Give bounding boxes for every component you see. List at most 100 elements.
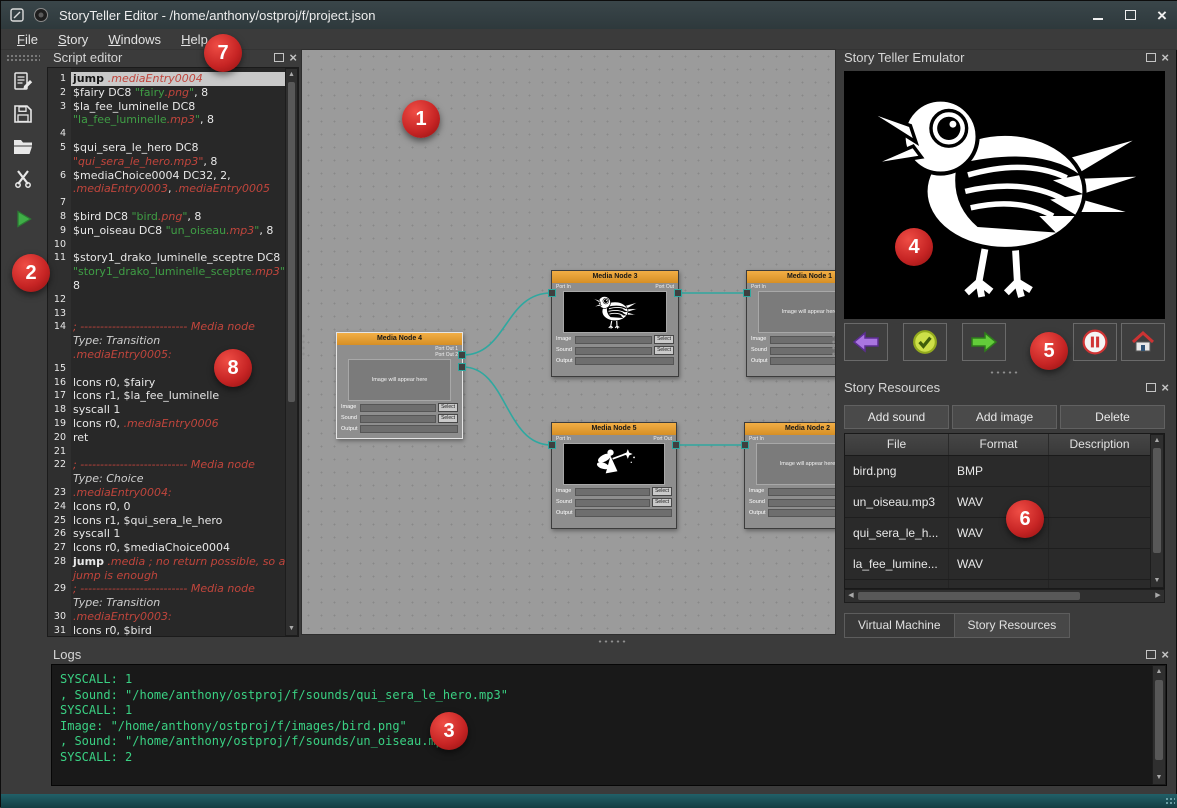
delete-button[interactable]: Delete <box>1060 405 1165 429</box>
code-line[interactable]: "story1_drako_luminelle_sceptre.mp3", <box>48 265 285 279</box>
tab-virtual-machine[interactable]: Virtual Machine <box>844 613 955 638</box>
port-in-connector[interactable] <box>741 441 749 449</box>
menu-file[interactable]: File <box>7 31 48 48</box>
code-line[interactable]: .mediaEntry0003, .mediaEntry0005 <box>48 182 285 196</box>
code-line[interactable]: 31lcons r0, $bird <box>48 624 285 637</box>
media-node[interactable]: Media Node 2Port InPort OutImage will ap… <box>744 422 836 529</box>
table-row[interactable]: un_oiseau.mp3WAV <box>845 487 1164 518</box>
code-line[interactable]: 12 <box>48 293 285 307</box>
code-line[interactable]: 30.mediaEntry0003: <box>48 610 285 624</box>
scroll-right-icon[interactable]: ▶ <box>1152 590 1164 602</box>
close-panel-icon[interactable]: × <box>1161 381 1169 394</box>
code-line[interactable]: 14; --------------------------- Media no… <box>48 320 285 334</box>
close-panel-icon[interactable]: × <box>1161 648 1169 661</box>
code-line[interactable]: 29; --------------------------- Media no… <box>48 582 285 596</box>
splitter-left[interactable] <box>301 333 306 359</box>
open-project-button[interactable] <box>6 131 40 161</box>
code-line[interactable]: "la_fee_luminelle.mp3", 8 <box>48 113 285 127</box>
float-panel-icon[interactable] <box>274 53 284 62</box>
resize-grip[interactable] <box>1165 797 1175 806</box>
code-line[interactable]: 5$qui_sera_le_hero DC8 <box>48 141 285 155</box>
select-button[interactable]: Select <box>654 335 674 344</box>
media-node[interactable]: Media Node 5Port InPort OutImageSelectSo… <box>551 422 677 529</box>
node-title[interactable]: Media Node 1 <box>747 271 836 283</box>
code-line[interactable]: 22; --------------------------- Media no… <box>48 458 285 472</box>
column-header-file[interactable]: File <box>845 434 949 455</box>
toolbar-grip[interactable] <box>6 54 40 62</box>
node-title[interactable]: Media Node 5 <box>552 423 676 435</box>
code-line[interactable]: 26syscall 1 <box>48 527 285 541</box>
port-in-connector[interactable] <box>548 289 556 297</box>
add-image-button[interactable]: Add image <box>952 405 1057 429</box>
code-line[interactable]: 17lcons r1, $la_fee_luminelle <box>48 389 285 403</box>
resources-vscrollbar[interactable]: ▲ ▼ <box>1150 434 1164 588</box>
maximize-button[interactable] <box>1114 1 1146 29</box>
scroll-down-icon[interactable]: ▼ <box>1153 772 1165 784</box>
title-bar[interactable]: StoryTeller Editor - /home/anthony/ostpr… <box>1 1 1177 29</box>
scrollbar-handle[interactable] <box>858 592 1080 600</box>
code-line[interactable]: 1jump .mediaEntry0004 <box>48 72 285 86</box>
script-editor-titlebar[interactable]: Script editor × <box>45 49 301 66</box>
close-panel-icon[interactable]: × <box>1161 51 1169 64</box>
code-line[interactable]: 9$un_oiseau DC8 "un_oiseau.mp3", 8 <box>48 224 285 238</box>
code-line[interactable]: 7 <box>48 196 285 210</box>
code-line[interactable]: 4 <box>48 127 285 141</box>
script-editor-vscrollbar[interactable]: ▲ ▼ <box>285 68 298 636</box>
scroll-left-icon[interactable]: ◀ <box>845 590 857 602</box>
scroll-down-icon[interactable]: ▼ <box>286 623 297 635</box>
run-story-button[interactable] <box>6 204 40 234</box>
table-row[interactable]: bird.pngBMP <box>845 456 1164 487</box>
node-title[interactable]: Media Node 4 <box>337 333 462 345</box>
code-line[interactable]: 10 <box>48 238 285 252</box>
menu-story[interactable]: Story <box>48 31 98 48</box>
code-line[interactable]: 11$story1_drako_luminelle_sceptre DC8 <box>48 251 285 265</box>
logs-titlebar[interactable]: Logs × <box>45 646 1173 663</box>
code-line[interactable]: 6$mediaChoice0004 DC32, 2, <box>48 169 285 183</box>
code-line[interactable]: 27lcons r0, $mediaChoice0004 <box>48 541 285 555</box>
code-line[interactable]: "qui_sera_le_hero.mp3", 8 <box>48 155 285 169</box>
select-button[interactable]: Select <box>438 403 458 412</box>
float-panel-icon[interactable] <box>1146 53 1156 62</box>
code-line[interactable]: 19lcons r0, .mediaEntry0006 <box>48 417 285 431</box>
pause-button[interactable] <box>1073 323 1117 361</box>
code-line[interactable]: 21 <box>48 445 285 459</box>
port-out-connector[interactable] <box>672 441 680 449</box>
resources-table[interactable]: FileFormatDescription bird.pngBMPun_oise… <box>844 433 1165 589</box>
splitter-bottom[interactable] <box>597 639 627 644</box>
node-canvas[interactable]: Media Node 4Port Out 1Port Out 2Image wi… <box>301 49 836 635</box>
code-line[interactable]: 23.mediaEntry0004: <box>48 486 285 500</box>
port-out-connector[interactable] <box>674 289 682 297</box>
validate-button[interactable] <box>903 323 947 361</box>
select-button[interactable]: Select <box>438 414 458 423</box>
code-line[interactable]: Type: Transition <box>48 334 285 348</box>
add-sound-button[interactable]: Add sound <box>844 405 949 429</box>
logs-vscrollbar[interactable]: ▲ ▼ <box>1152 665 1166 785</box>
scroll-down-icon[interactable]: ▼ <box>1151 575 1163 587</box>
scrollbar-handle[interactable] <box>1155 680 1163 760</box>
splitter-right[interactable] <box>831 333 836 359</box>
close-panel-icon[interactable]: × <box>289 51 297 64</box>
save-button[interactable] <box>6 99 40 129</box>
code-line[interactable]: 8$bird DC8 "bird.png", 8 <box>48 210 285 224</box>
table-row[interactable]: qui_sera_le_h...WAV <box>845 518 1164 549</box>
code-line[interactable]: 15 <box>48 362 285 376</box>
code-line[interactable]: Type: Transition <box>48 596 285 610</box>
script-editor[interactable]: 1jump .mediaEntry00042$fairy DC8 "fairy.… <box>47 67 299 637</box>
media-node[interactable]: Media Node 1Port InPort OutImage will ap… <box>746 270 836 377</box>
code-line[interactable]: jump is enough <box>48 569 285 583</box>
table-row[interactable]: fairy.pngBMP <box>845 580 1164 589</box>
menu-help[interactable]: Help <box>171 31 218 48</box>
select-button[interactable]: Select <box>654 346 674 355</box>
select-button[interactable]: Select <box>652 498 672 507</box>
code-line[interactable]: 20ret <box>48 431 285 445</box>
new-script-button[interactable] <box>6 67 40 97</box>
scroll-up-icon[interactable]: ▲ <box>1151 435 1163 447</box>
select-button[interactable]: Select <box>652 487 672 496</box>
port-in-connector[interactable] <box>548 441 556 449</box>
column-header-format[interactable]: Format <box>949 434 1049 455</box>
next-button[interactable] <box>962 323 1006 361</box>
node-title[interactable]: Media Node 2 <box>745 423 836 435</box>
scrollbar-handle[interactable] <box>288 82 295 402</box>
code-line[interactable]: 28jump .media ; no return possible, so a <box>48 555 285 569</box>
column-header-description[interactable]: Description <box>1049 434 1151 455</box>
